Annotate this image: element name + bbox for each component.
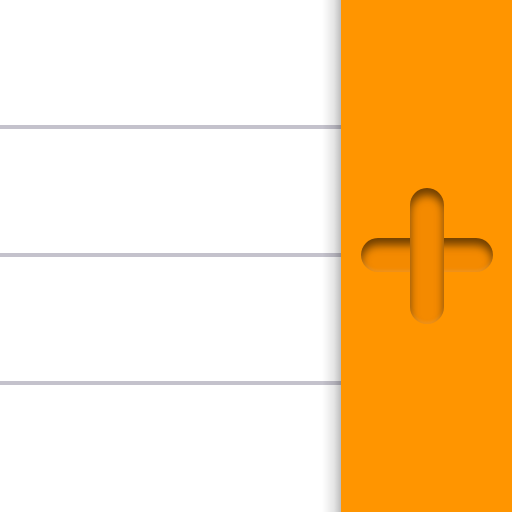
add-note-button[interactable] <box>341 0 512 512</box>
paper-rule-line <box>0 253 341 257</box>
paper-rule-line <box>0 381 341 385</box>
plus-icon <box>361 188 493 324</box>
plus-vertical-bar <box>410 188 444 324</box>
app-icon <box>0 0 512 512</box>
tab-edge-shadow <box>322 0 342 512</box>
lined-paper <box>0 0 341 512</box>
paper-rule-line <box>0 125 341 129</box>
